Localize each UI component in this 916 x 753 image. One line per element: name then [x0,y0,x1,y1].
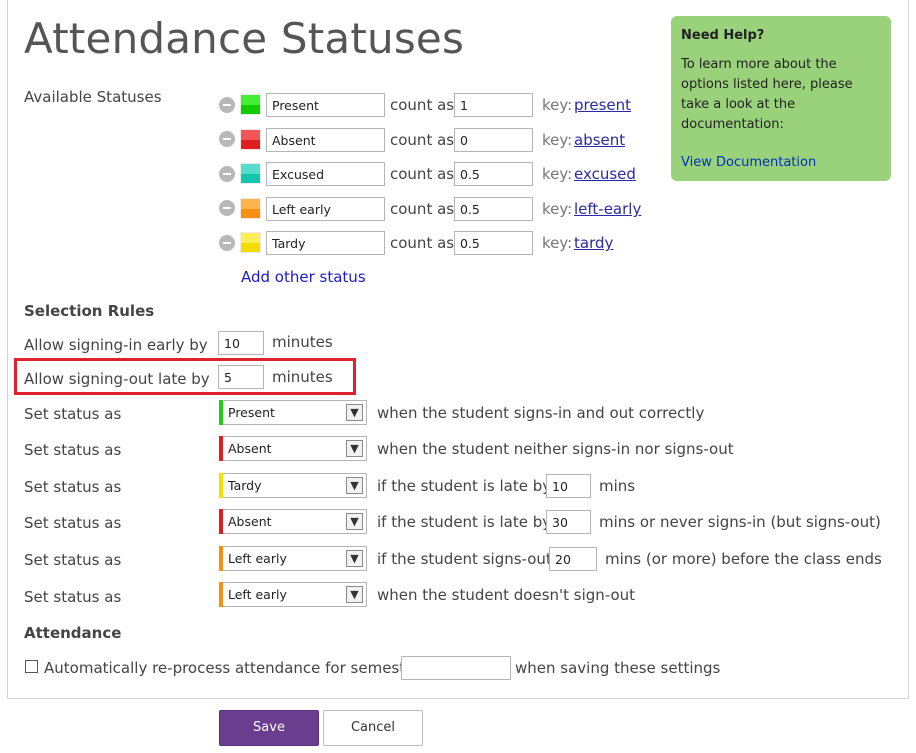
key-label: key: [542,234,573,252]
status-name-input[interactable] [266,197,385,221]
status-count-input[interactable] [454,93,533,117]
chevron-down-icon[interactable]: ▼ [346,477,363,494]
status-name-input[interactable] [266,93,385,117]
early-minutes-unit: minutes [272,333,333,351]
rule-minutes-input[interactable] [549,547,597,571]
allow-late-label: Allow signing-out late by [24,370,210,388]
help-title: Need Help? [681,28,765,43]
status-key-link[interactable]: absent [574,131,625,149]
status-name-input[interactable] [266,162,385,186]
status-select[interactable]: Absent ▼ [219,436,367,461]
remove-status-icon[interactable] [219,131,235,147]
chevron-down-icon[interactable]: ▼ [346,586,363,603]
rule-text-suffix: mins (or more) before the class ends [605,550,882,568]
page-title: Attendance Statuses [24,14,465,63]
reprocess-suffix: when saving these settings [515,659,721,677]
status-key-link[interactable]: left-early [574,200,641,218]
count-as-label: count as [390,200,455,218]
cancel-button[interactable]: Cancel [323,710,423,746]
help-box: Need Help? To learn more about the optio… [671,16,891,181]
set-status-label: Set status as [24,551,122,569]
set-status-label: Set status as [24,478,122,496]
remove-status-icon[interactable] [219,235,235,251]
status-select[interactable]: Left early ▼ [219,582,367,607]
rule-text: when the student signs-in and out correc… [377,404,705,422]
early-minutes-input[interactable] [218,331,264,355]
save-button[interactable]: Save [219,710,319,746]
key-label: key: [542,96,573,114]
rule-text: if the student signs-out [377,550,552,568]
set-status-label: Set status as [24,514,122,532]
status-color-bar [219,473,223,498]
status-select[interactable]: Absent ▼ [219,509,367,534]
rule-text-suffix: mins [599,477,636,495]
chevron-down-icon[interactable]: ▼ [346,550,363,567]
reprocess-label: Automatically re-process attendance for … [44,659,421,677]
status-color-swatch[interactable] [240,232,261,253]
remove-status-icon[interactable] [219,97,235,113]
attendance-heading: Attendance [24,624,122,642]
status-name-input[interactable] [266,231,385,255]
status-color-bar [219,546,223,571]
rule-text: when the student doesn't sign-out [377,586,636,604]
key-label: key: [542,165,573,183]
reprocess-checkbox[interactable] [25,660,38,673]
status-color-swatch[interactable] [240,129,261,150]
status-key-link[interactable]: tardy [574,234,613,252]
status-color-bar [219,509,223,534]
late-minutes-unit: minutes [272,368,333,386]
status-color-bar [219,436,223,461]
set-status-label: Set status as [24,405,122,423]
late-minutes-input[interactable] [218,365,264,389]
count-as-label: count as [390,131,455,149]
remove-status-icon[interactable] [219,166,235,182]
status-count-input[interactable] [454,231,533,255]
status-count-input[interactable] [454,162,533,186]
allow-early-label: Allow signing-in early by [24,336,208,354]
status-key-link[interactable]: excused [574,165,636,183]
remove-status-icon[interactable] [219,200,235,216]
status-color-swatch[interactable] [240,163,261,184]
key-label: key: [542,131,573,149]
status-count-input[interactable] [454,128,533,152]
status-select[interactable]: Tardy ▼ [219,473,367,498]
key-label: key: [542,200,573,218]
count-as-label: count as [390,234,455,252]
chevron-down-icon[interactable]: ▼ [346,513,363,530]
rule-minutes-input[interactable] [546,510,591,534]
chevron-down-icon[interactable]: ▼ [346,404,363,421]
status-color-bar [219,400,223,425]
count-as-label: count as [390,96,455,114]
count-as-label: count as [390,165,455,183]
view-documentation-link[interactable]: View Documentation [681,155,881,170]
rule-text: if the student is late by [377,513,552,531]
selection-rules-heading: Selection Rules [24,302,155,320]
help-text: To learn more about the options listed h… [681,57,853,132]
status-select[interactable]: Present ▼ [219,400,367,425]
rule-text: if the student is late by [377,477,552,495]
semester-input[interactable] [401,656,511,680]
status-name-input[interactable] [266,128,385,152]
rule-text-suffix: mins or never signs-in (but signs-out) [599,513,881,531]
status-color-swatch[interactable] [240,94,261,115]
rule-text: when the student neither signs-in nor si… [377,440,734,458]
chevron-down-icon[interactable]: ▼ [346,440,363,457]
available-statuses-label: Available Statuses [24,88,162,106]
status-key-link[interactable]: present [574,96,631,114]
rule-minutes-input[interactable] [546,474,591,498]
add-other-status-link[interactable]: Add other status [241,268,366,286]
status-count-input[interactable] [454,197,533,221]
set-status-label: Set status as [24,588,122,606]
status-color-bar [219,582,223,607]
set-status-label: Set status as [24,441,122,459]
status-color-swatch[interactable] [240,198,261,219]
status-select[interactable]: Left early ▼ [219,546,367,571]
